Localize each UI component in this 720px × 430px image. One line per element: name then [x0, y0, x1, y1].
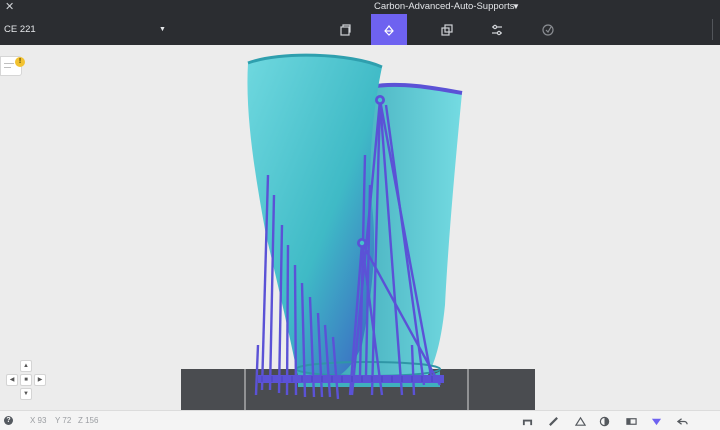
close-icon[interactable]: ✕	[5, 0, 14, 14]
split-view-icon[interactable]	[625, 415, 637, 427]
verify-tool-button[interactable]	[529, 14, 567, 45]
check-circle-icon	[542, 23, 554, 36]
duplicate-icon	[441, 23, 453, 36]
coord-z: Z 156	[78, 416, 99, 425]
orient-tool-button[interactable]	[326, 14, 364, 45]
cross-section-icon[interactable]	[574, 415, 586, 427]
undo-icon[interactable]	[676, 415, 688, 427]
platform-icon[interactable]	[521, 415, 533, 427]
title-bar: ✕ Carbon-Advanced-Auto-Supports ▼	[0, 0, 720, 14]
pan-up-button[interactable]: ▲	[20, 360, 32, 372]
duplicate-tool-button[interactable]	[428, 14, 466, 45]
coord-y: Y 72	[55, 416, 72, 425]
supports-tool-button[interactable]	[371, 14, 407, 45]
view-navigation-pad: ▲ ◀ ■ ▶ ▼	[6, 360, 46, 400]
ruler-icon[interactable]	[547, 415, 559, 427]
3d-viewport[interactable]	[0, 45, 720, 410]
title-caret-icon[interactable]: ▼	[512, 0, 520, 14]
printer-selector[interactable]: CE 221	[4, 14, 36, 45]
main-toolbar: CE 221 ▼	[0, 14, 720, 45]
reset-view-button[interactable]: ■	[20, 374, 32, 386]
help-icon[interactable]: ?	[4, 416, 13, 425]
contrast-icon[interactable]	[598, 415, 610, 427]
window-title[interactable]: Carbon-Advanced-Auto-Supports	[374, 0, 514, 14]
supports-icon	[384, 24, 394, 36]
chevron-down-icon[interactable]: ▼	[159, 14, 166, 45]
pan-left-button[interactable]: ◀	[6, 374, 18, 386]
settings-tool-button[interactable]	[478, 14, 516, 45]
pan-right-button[interactable]: ▶	[34, 374, 46, 386]
sliders-icon	[492, 24, 502, 35]
coord-x: X 93	[30, 416, 47, 425]
model-render	[181, 53, 535, 410]
supports-view-icon[interactable]	[650, 415, 662, 427]
toolbar-divider	[712, 19, 713, 40]
orient-icon	[340, 23, 351, 36]
pan-down-button[interactable]: ▼	[20, 388, 32, 400]
status-bar: ? X 93 Y 72 Z 156	[0, 410, 720, 430]
